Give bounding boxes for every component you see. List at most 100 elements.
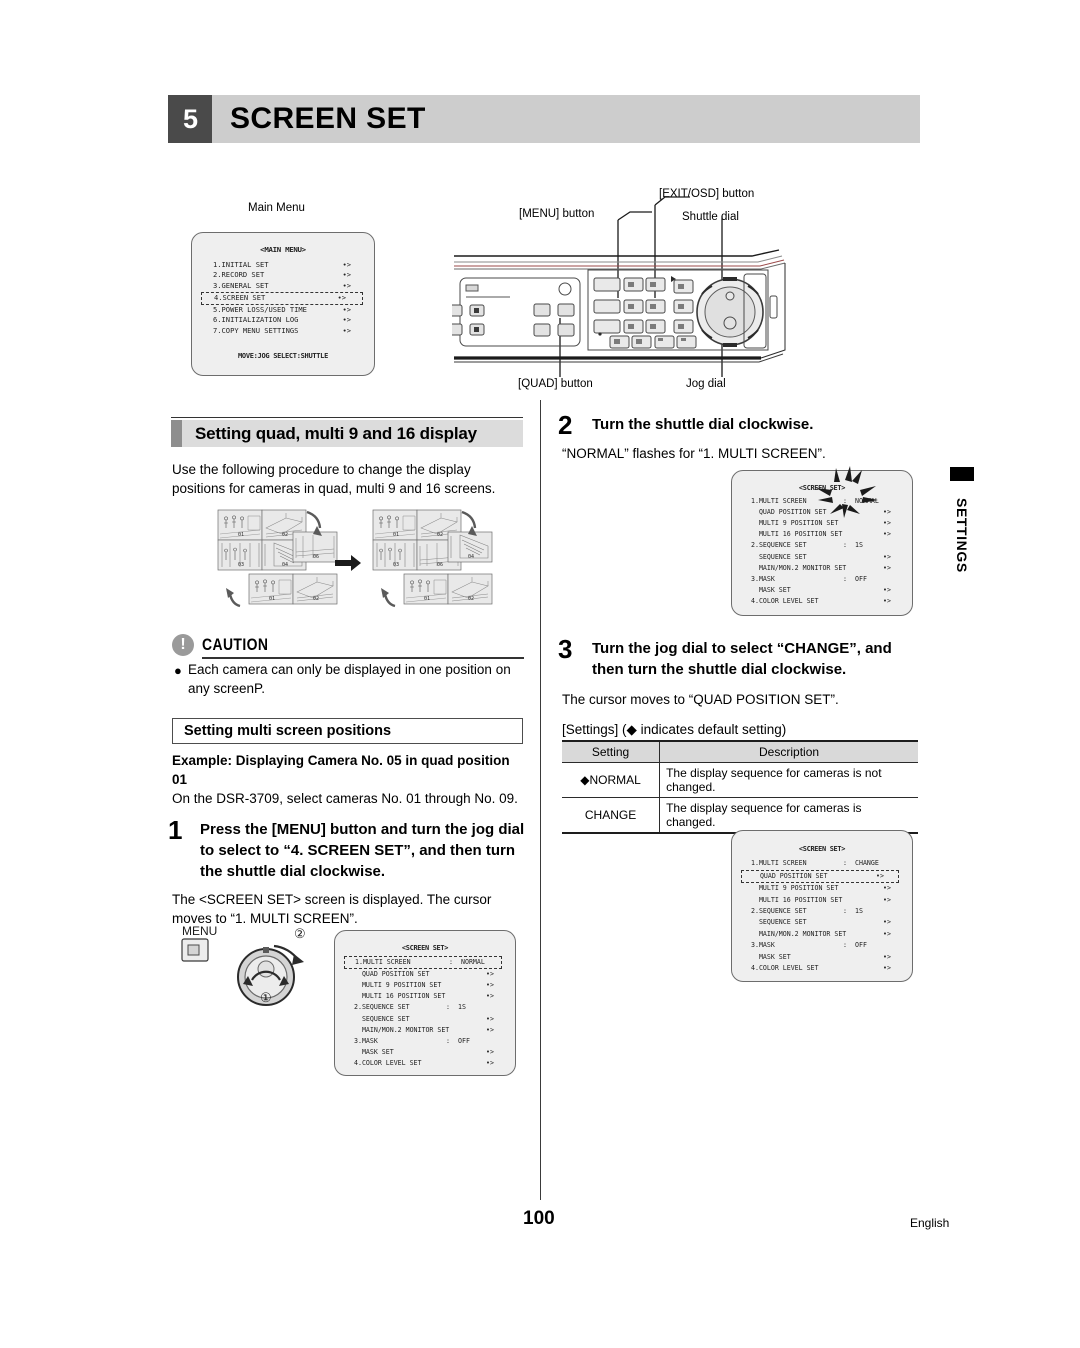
screen-set-osd-row-label: MULTI 9 POSITION SET: [751, 519, 839, 528]
screen-set-osd-row-value: •>: [883, 519, 891, 528]
screen-set-osd-row-value: •>: [883, 552, 891, 561]
main-menu-osd-row[interactable]: 2.RECORD SET •>: [199, 270, 367, 281]
multi-screen-positions-heading-text: Setting multi screen positions: [184, 723, 392, 739]
main-menu-osd-row-value: •>: [337, 292, 346, 302]
screen-set-osd-row[interactable]: MULTI 9 POSITION SET •>: [739, 518, 905, 529]
chapter-title: SCREEN SET: [230, 102, 426, 135]
screen-set-osd-row[interactable]: MAIN/MON.2 MONITOR SET •>: [739, 929, 905, 940]
main-menu-osd-row-value: •>: [342, 325, 351, 335]
main-menu-osd-row[interactable]: 1.INITIAL SET •>: [199, 260, 367, 271]
settings-table-header-cell: Description: [659, 740, 918, 763]
screen-set-osd-row-label: 3.MASK: [354, 1036, 378, 1045]
screen-set-osd-row[interactable]: 4.COLOR LEVEL SET •>: [739, 963, 905, 974]
screen-set-osd-row-separator: :: [843, 541, 847, 550]
screen-set-osd-row-value: NORMAL: [461, 958, 485, 967]
main-menu-osd-row-label: 1.INITIAL SET: [213, 259, 269, 269]
side-tab-bar: [950, 467, 974, 481]
screen-set-osd-row[interactable]: MAIN/MON.2 MONITOR SET •>: [739, 563, 905, 574]
settings-table-setting-cell: CHANGE: [562, 797, 660, 834]
screen-set-osd-row[interactable]: QUAD POSITION SET •>: [741, 869, 899, 884]
screen-set-osd-row[interactable]: 4.COLOR LEVEL SET •>: [342, 1058, 508, 1069]
screen-set-osd-row[interactable]: 1.MULTI SCREEN: NORMAL: [344, 956, 502, 970]
screen-set-osd-row-value: •>: [486, 981, 494, 990]
screen-set-osd-row-value: •>: [883, 563, 891, 572]
multi-screen-position-illustration: 01 02 03 04 06 01 02 01 02 03 06 04 01 0…: [217, 509, 493, 608]
screen-set-osd-row-separator: :: [843, 574, 847, 583]
screen-set-osd-screen: <SCREEN SET> 1.MULTI SCREEN: NORMAL QUAD …: [334, 930, 516, 1076]
screen-set-osd-row[interactable]: 3.MASK: OFF: [739, 940, 905, 951]
column-divider: [540, 400, 542, 1200]
screen-set-osd-row-label: 2.SEQUENCE SET: [354, 1003, 410, 1012]
screen-set-osd-row[interactable]: MULTI 16 POSITION SET •>: [739, 895, 905, 906]
screen-set-osd-row[interactable]: 2.SEQUENCE SET:1S: [342, 1002, 508, 1013]
screen-set-osd-change-rows: 1.MULTI SCREEN: CHANGE QUAD POSITION SET •…: [739, 858, 905, 974]
screen-set-osd-row-value: OFF: [458, 1036, 470, 1045]
screen-set-osd-row[interactable]: 3.MASK: OFF: [739, 574, 905, 585]
main-menu-osd-row[interactable]: 4.SCREEN SET •>: [201, 291, 363, 305]
screen-set-osd-row-label: 1.MULTI SCREEN: [751, 497, 807, 506]
screen-set-osd-row-separator: :: [843, 941, 847, 950]
settings-table: Setting Description ◆NORMAL The display seq…: [562, 740, 918, 834]
screen-set-osd-row[interactable]: MULTI 9 POSITION SET •>: [342, 980, 508, 991]
svg-text:03: 03: [238, 562, 244, 568]
screen-set-osd-row-value: 1S: [855, 541, 863, 550]
screen-set-osd-row-value: •>: [486, 992, 494, 1001]
screen-set-osd-row[interactable]: MULTI 16 POSITION SET •>: [342, 991, 508, 1002]
screen-set-osd-row-separator: :: [843, 907, 847, 916]
screen-set-osd-row[interactable]: 3.MASK: OFF: [342, 1036, 508, 1047]
screen-set-osd-row[interactable]: SEQUENCE SET •>: [739, 917, 905, 928]
screen-set-osd-row[interactable]: MAIN/MON.2 MONITOR SET •>: [342, 1025, 508, 1036]
main-menu-osd-row-value: •>: [342, 281, 351, 291]
screen-set-osd-row-value: •>: [883, 918, 891, 927]
settings-table-header-cell: Setting: [562, 740, 660, 763]
screen-set-osd-row-label: MASK SET: [751, 952, 791, 961]
section-heading: Setting quad, multi 9 and 16 display: [171, 417, 523, 447]
screen-set-osd-row[interactable]: MASK SET •>: [342, 1047, 508, 1058]
svg-text:01: 01: [424, 596, 430, 602]
caution-icon: !: [172, 634, 194, 656]
main-menu-osd-row[interactable]: 7.COPY MENU SETTINGS •>: [199, 326, 367, 337]
screen-set-osd-row[interactable]: 1.MULTI SCREEN: NORMAL: [739, 496, 905, 507]
screen-set-osd-row[interactable]: SEQUENCE SET •>: [739, 552, 905, 563]
screen-set-osd-change-title: <SCREEN SET>: [798, 845, 846, 853]
screen-set-osd-row[interactable]: MULTI 16 POSITION SET •>: [739, 529, 905, 540]
screen-set-osd-row[interactable]: QUAD POSITION SET •>: [739, 507, 905, 518]
screen-set-osd-row-value: •>: [883, 585, 891, 594]
main-menu-osd-row-value: •>: [342, 259, 351, 269]
main-menu-osd-row-label: 4.SCREEN SET: [214, 292, 266, 302]
svg-text:01: 01: [269, 596, 275, 602]
screen-set-osd-row-value: •>: [883, 508, 891, 517]
device-front-panel-illustration: [452, 249, 786, 363]
screen-set-osd-row-value: •>: [486, 1025, 494, 1034]
dial-marker-2: ②: [294, 926, 306, 941]
screen-set-osd-row[interactable]: 1.MULTI SCREEN: CHANGE: [739, 858, 905, 869]
main-menu-osd-row-value: •>: [342, 270, 351, 280]
svg-text:01: 01: [238, 532, 244, 538]
screen-set-osd-row-label: MASK SET: [354, 1047, 394, 1056]
screen-set-osd-row[interactable]: 4.COLOR LEVEL SET •>: [739, 596, 905, 607]
screen-set-osd-row[interactable]: MULTI 9 POSITION SET •>: [739, 883, 905, 894]
screen-set-osd-row-value: OFF: [855, 941, 867, 950]
screen-set-osd-row-label: MULTI 16 POSITION SET: [354, 992, 446, 1001]
screen-set-osd-row-label: 3.MASK: [751, 574, 775, 583]
main-menu-osd-row[interactable]: 6.INITIALIZATION LOG •>: [199, 315, 367, 326]
screen-set-osd-row[interactable]: 2.SEQUENCE SET:1S: [739, 540, 905, 551]
main-menu-osd-row-value: •>: [342, 304, 351, 314]
main-menu-osd-row-label: 6.INITIALIZATION LOG: [213, 315, 299, 325]
main-menu-osd-row[interactable]: 5.POWER LOSS/USED TIME •>: [199, 305, 367, 316]
screen-set-osd-row[interactable]: SEQUENCE SET •>: [342, 1014, 508, 1025]
settings-table-description-cell: The display sequence for cameras is chan…: [659, 797, 918, 834]
screen-set-osd-row[interactable]: 2.SEQUENCE SET:1S: [739, 906, 905, 917]
step-1-number: 1: [168, 815, 183, 845]
screen-set-osd-row[interactable]: MASK SET •>: [739, 952, 905, 963]
step-2-description: “NORMAL” flashes for “1. MULTI SCREEN”.: [562, 446, 826, 461]
section-heading-text: Setting quad, multi 9 and 16 display: [195, 423, 477, 443]
screen-set-osd-row-label: 4.COLOR LEVEL SET: [751, 964, 819, 973]
screen-set-osd-row[interactable]: QUAD POSITION SET •>: [342, 969, 508, 980]
screen-set-osd-row[interactable]: MASK SET •>: [739, 585, 905, 596]
screen-set-osd-flash-screen: <SCREEN SET> 1.MULTI SCREEN: NORMAL QUAD …: [731, 470, 913, 616]
section-intro-text: Use the following procedure to change th…: [172, 462, 496, 496]
multi-screen-positions-example: Example: Displaying Camera No. 05 in qua…: [172, 753, 510, 787]
step-3-description: The cursor moves to “QUAD POSITION SET”.: [562, 692, 839, 707]
main-menu-osd-row[interactable]: 3.GENERAL SET •>: [199, 281, 367, 292]
